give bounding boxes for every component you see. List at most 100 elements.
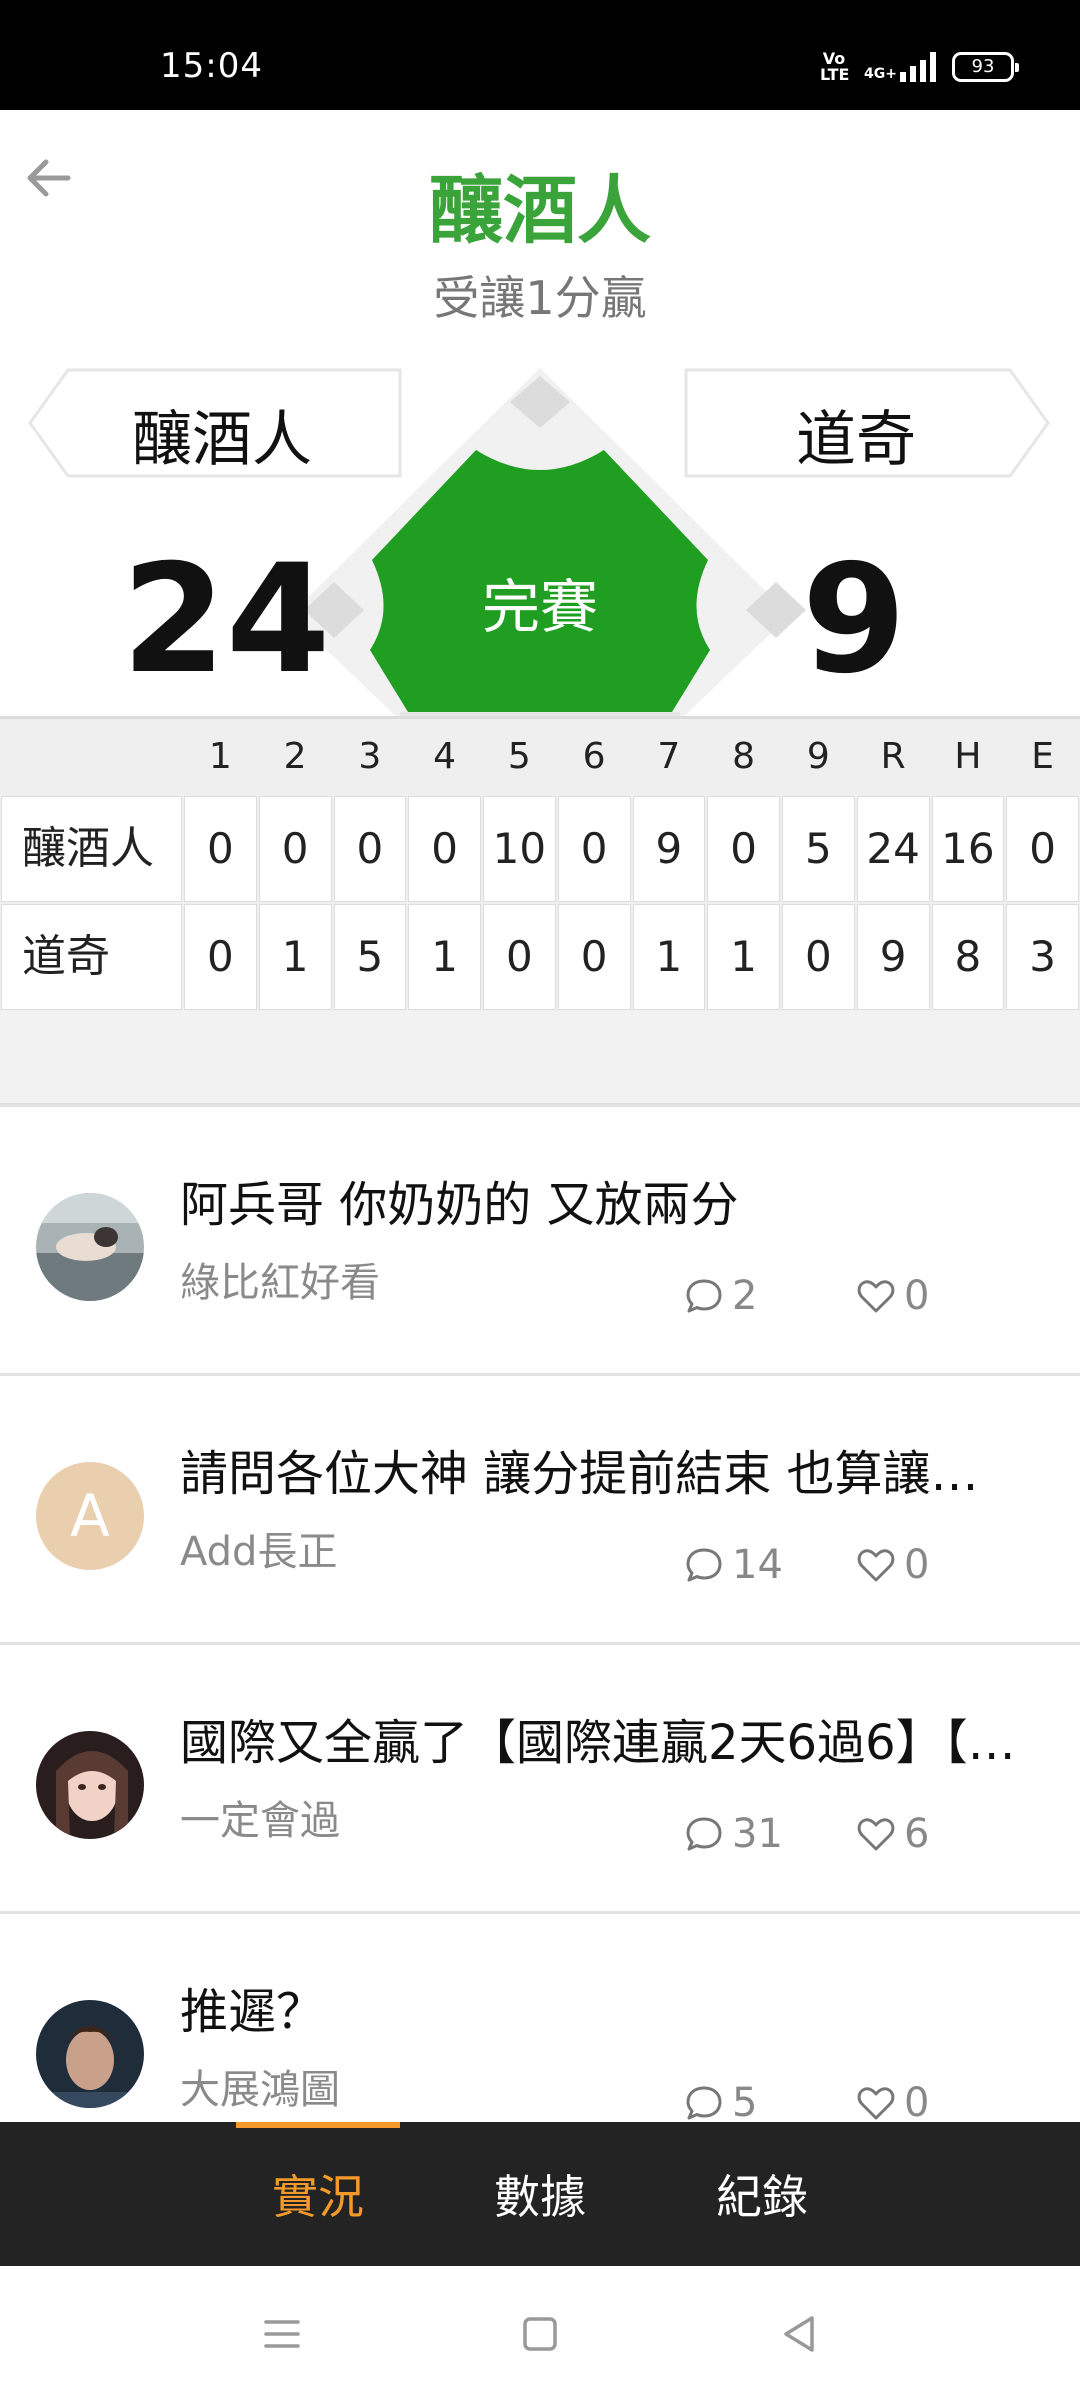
spread-result: 受讓1分贏 xyxy=(433,271,647,325)
section-gap xyxy=(0,1011,1080,1103)
inning-header: 5 xyxy=(507,736,531,777)
list-item[interactable]: 國際又全贏了【國際連贏2天6過6】【… 一定會過 31 6 xyxy=(0,1642,1080,1911)
avatar[interactable] xyxy=(36,1193,144,1301)
linescore-cell: 1 xyxy=(408,904,481,1010)
comment-count-value: 31 xyxy=(732,1811,783,1857)
avatar-photo-icon xyxy=(36,1731,144,1839)
hits-header: H xyxy=(954,736,982,777)
signal-icon xyxy=(900,52,936,82)
system-nav-bar xyxy=(0,2266,1080,2400)
avatar-photo-icon xyxy=(36,1193,144,1301)
comment-count[interactable]: 31 xyxy=(684,1811,783,1857)
linescore-cell: 0 xyxy=(557,904,631,1010)
comment-count-value: 5 xyxy=(732,2080,758,2126)
linescore-cell: 0 xyxy=(184,904,257,1010)
heart-icon xyxy=(857,1549,895,1582)
like-count[interactable]: 0 xyxy=(856,1273,929,1319)
home-square-icon xyxy=(523,2317,557,2351)
linescore-corner xyxy=(0,719,183,795)
heart-icon xyxy=(857,1280,895,1313)
status-bar: 15:04 Vo LTE 4G+ 93 xyxy=(0,0,1080,110)
comment-icon xyxy=(686,1817,722,1851)
heart-icon xyxy=(857,1818,895,1851)
post-author[interactable]: 一定會過 xyxy=(180,1795,340,1847)
like-count-value: 6 xyxy=(904,1811,930,1857)
home-button[interactable] xyxy=(516,2310,564,2358)
post-title[interactable]: 國際又全贏了【國際連贏2天6過6】【… xyxy=(180,1713,1020,1773)
comment-icon xyxy=(686,1548,722,1582)
linescore-row-away: 道奇 0 1 5 1 0 0 1 1 0 9 8 3 xyxy=(0,903,1080,1011)
back-triangle-icon xyxy=(784,2316,814,2352)
scoreboard: 釀酒人 道奇 24 9 完賽 xyxy=(0,360,1080,720)
comment-count[interactable]: 14 xyxy=(684,1542,783,1588)
linescore-cell: 1 xyxy=(632,904,706,1010)
post-title[interactable]: 請問各位大神 讓分提前結束 也算讓分… xyxy=(180,1444,1020,1504)
network-type: 4G+ xyxy=(864,66,897,82)
inning-header: 4 xyxy=(433,736,457,777)
post-title[interactable]: 推遲？ xyxy=(180,1982,1020,2042)
tab-record[interactable]: 紀錄 xyxy=(652,2122,872,2266)
comment-icon xyxy=(686,1279,722,1313)
inning-header: 7 xyxy=(657,736,681,777)
inning-header: 1 xyxy=(208,736,232,777)
linescore-cell: 0 xyxy=(333,796,407,902)
volte-icon: Vo LTE xyxy=(820,49,850,84)
game-status: 完賽 xyxy=(481,573,598,641)
like-count[interactable]: 0 xyxy=(856,2080,929,2126)
linescore-header: 1 2 3 4 5 6 7 8 9 R H E xyxy=(0,719,1080,795)
comment-count-value: 2 xyxy=(732,1273,758,1319)
like-count[interactable]: 0 xyxy=(856,1542,929,1588)
avatar[interactable]: A xyxy=(36,1462,144,1570)
comment-icon xyxy=(686,2086,722,2120)
linescore-cell: 0 xyxy=(184,796,257,902)
linescore-cell: 0 xyxy=(408,796,481,902)
inning-header: 8 xyxy=(732,736,756,777)
linescore-cell: 1 xyxy=(707,904,780,1010)
status-time: 15:04 xyxy=(160,46,263,86)
bottom-tab-bar: 實況 數據 紀錄 xyxy=(0,2122,1080,2266)
linescore-cell: 5 xyxy=(333,904,407,1010)
post-author[interactable]: 綠比紅好看 xyxy=(180,1257,380,1309)
linescore-cell: 0 xyxy=(707,796,780,902)
status-icons: Vo LTE 4G+ 93 xyxy=(820,49,1019,84)
tab-live[interactable]: 實況 xyxy=(208,2122,428,2266)
back-nav-button[interactable] xyxy=(776,2310,824,2358)
linescore-table: 1 2 3 4 5 6 7 8 9 R H E 釀酒人 0 0 0 0 10 0… xyxy=(0,716,1080,1107)
list-item[interactable]: 阿兵哥 你奶奶的 又放兩分 綠比紅好看 2 0 xyxy=(0,1104,1080,1373)
home-team-name: 釀酒人 xyxy=(132,405,312,475)
post-author[interactable]: 大展鴻圖 xyxy=(180,2064,340,2116)
avatar-photo-icon xyxy=(36,2000,144,2108)
linescore-cell: 10 xyxy=(483,796,556,902)
runs-header: R xyxy=(880,736,906,777)
inning-header: 2 xyxy=(283,736,307,777)
away-score: 9 xyxy=(801,533,907,707)
like-count-value: 0 xyxy=(904,2080,930,2126)
linescore-team: 道奇 xyxy=(1,904,182,1010)
post-title[interactable]: 阿兵哥 你奶奶的 又放兩分 xyxy=(180,1175,1020,1235)
linescore-cell: 24 xyxy=(856,796,930,902)
menu-icon xyxy=(264,2320,300,2348)
list-item[interactable]: A 請問各位大神 讓分提前結束 也算讓分… Add長正 14 0 xyxy=(0,1373,1080,1642)
linescore-cell: 0 xyxy=(782,904,855,1010)
avatar[interactable] xyxy=(36,2000,144,2108)
comment-count[interactable]: 5 xyxy=(684,2080,757,2126)
battery-icon: 93 xyxy=(952,52,1019,82)
like-count-value: 0 xyxy=(904,1542,930,1588)
avatar[interactable] xyxy=(36,1731,144,1839)
tab-data[interactable]: 數據 xyxy=(430,2122,650,2266)
linescore-team: 釀酒人 xyxy=(1,796,182,902)
linescore-cell: 16 xyxy=(931,796,1005,902)
comment-count[interactable]: 2 xyxy=(684,1273,757,1319)
recent-apps-button[interactable] xyxy=(258,2310,306,2358)
page-title: 釀酒人 xyxy=(429,168,651,254)
like-count[interactable]: 6 xyxy=(856,1811,929,1857)
linescore-cell: 9 xyxy=(856,904,930,1010)
post-list: 阿兵哥 你奶奶的 又放兩分 綠比紅好看 2 0 A 請問各位大神 讓分提前結束 … xyxy=(0,1104,1080,2180)
linescore-cell: 0 xyxy=(557,796,631,902)
linescore-cell: 0 xyxy=(258,796,332,902)
linescore-cell: 8 xyxy=(931,904,1005,1010)
inning-header: 3 xyxy=(358,736,382,777)
linescore-cell: 9 xyxy=(632,796,706,902)
post-author[interactable]: Add長正 xyxy=(180,1526,337,1578)
linescore-cell: 3 xyxy=(1006,904,1079,1010)
